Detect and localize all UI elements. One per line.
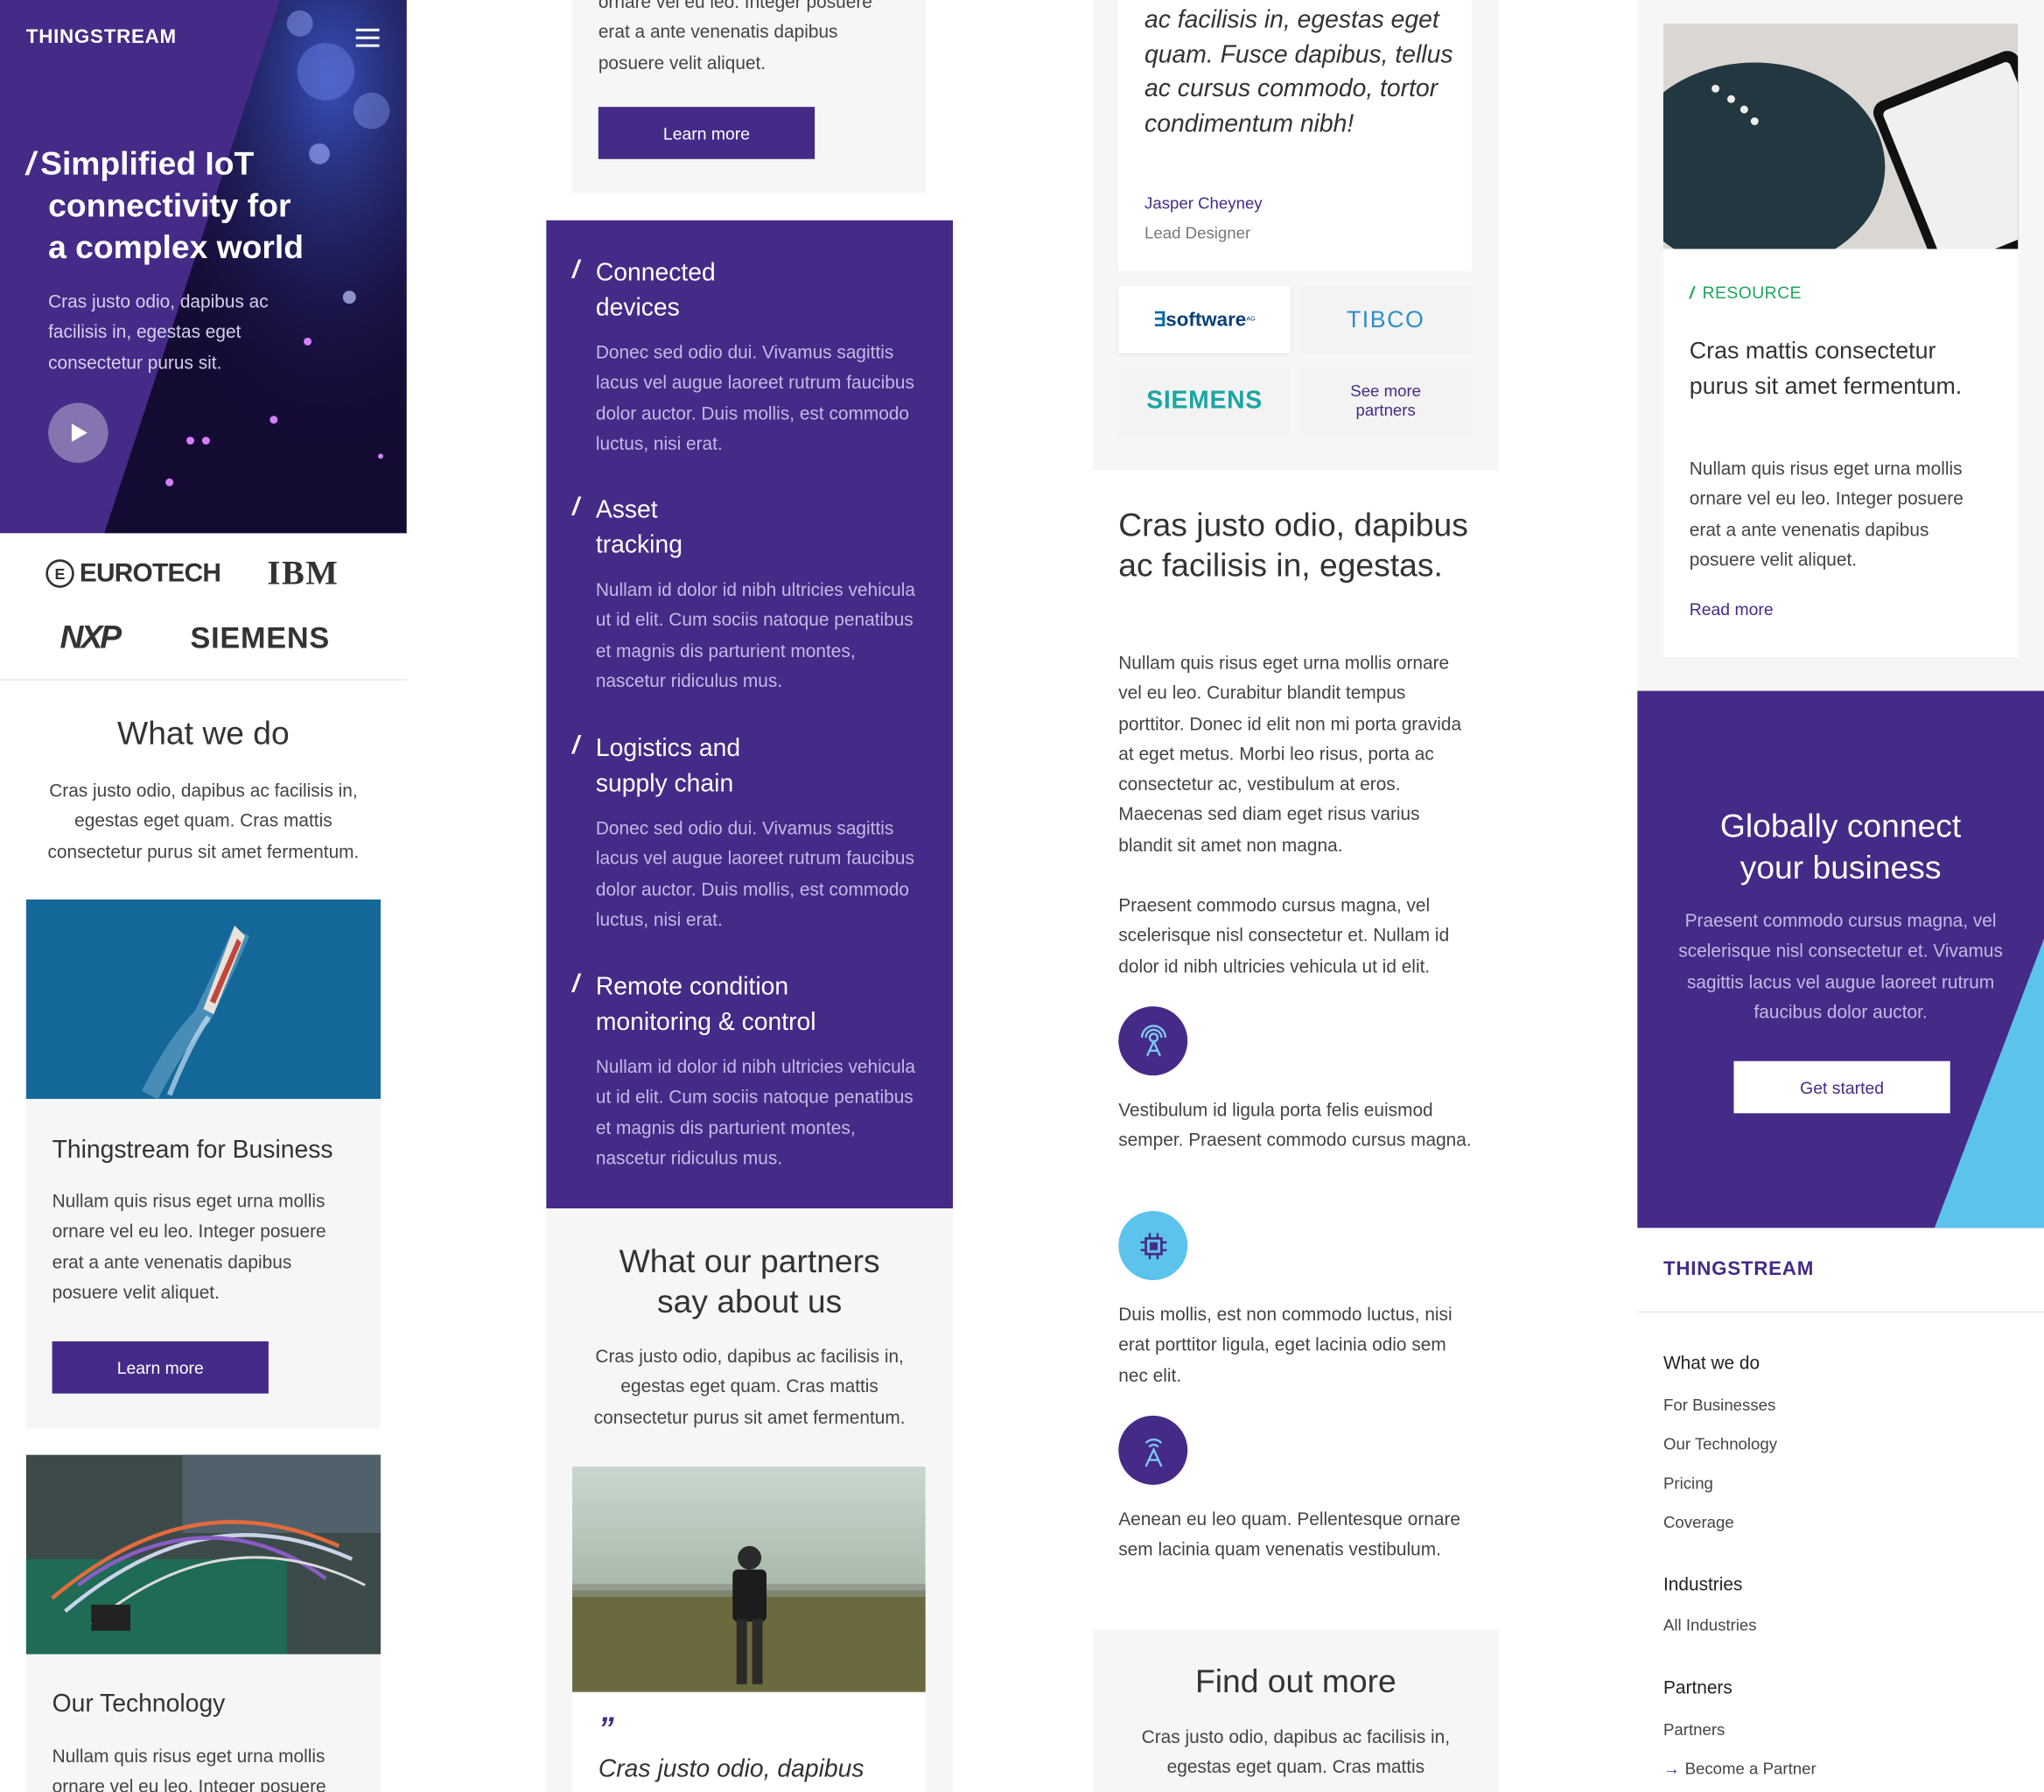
card-business-body: Nullam quis risus eget urna mollis ornar… — [52, 1190, 326, 1303]
resource-panel: / RESOURCE Cras mattis consectetur purus … — [1637, 0, 2044, 691]
info-paragraph-2: Praesent commodo cursus magna, vel scele… — [1118, 894, 1450, 976]
find-out-more-description: Cras justo odio, dapibus ac facilisis in… — [1141, 1726, 1451, 1778]
feature-title-remote: / Remote condition monitoring & control — [572, 970, 816, 1037]
testimonial-quote: ac facilisis in, egestas eget quam. Fusc… — [1144, 6, 1453, 138]
resource-title: Cras mattis consectetur purus sit amet f… — [1689, 337, 1963, 399]
signal-tower-icon — [1118, 1415, 1188, 1485]
footer-link-partners[interactable]: Partners — [1663, 1721, 1725, 1740]
card-technology-body: Nullam quis risus eget urna mollis ornar… — [52, 1745, 326, 1792]
feature-body-connected: Donec sed odio dui. Vivamus sagittis lac… — [595, 341, 914, 454]
footer-link-coverage[interactable]: Coverage — [1663, 1514, 1734, 1532]
learn-more-button[interactable]: Learn more — [52, 1341, 269, 1394]
site-logo[interactable]: THINGSTREAM — [26, 26, 177, 48]
feature-body-remote: Nullam id dolor id nibh ultricies vehicu… — [595, 1055, 916, 1168]
testimonial-partners-panel: ac facilisis in, egestas eget quam. Fusc… — [1092, 0, 1500, 471]
learn-more-button-2[interactable]: Learn more — [598, 107, 816, 159]
resource-tag: / RESOURCE — [1689, 283, 1802, 303]
partners-description: Cras justo odio, dapibus ac facilisis in… — [593, 1345, 906, 1427]
hero-description: Cras justo odio, dapibus ac facilisis in… — [48, 290, 269, 373]
cta-title: Globally connect your business — [1719, 808, 1962, 887]
card-top-body: ornare vel eu leo. Integer posuere erat … — [598, 0, 872, 73]
siemens-logo: SIEMENS — [190, 620, 330, 654]
partner-logo-siemens[interactable]: SIEMENS — [1118, 368, 1291, 436]
footer-link-pricing[interactable]: Pricing — [1663, 1474, 1713, 1493]
arrow-right-icon: → — [1662, 1760, 1680, 1779]
footer-link-become-partner[interactable]: → Become a Partner — [1663, 1760, 1816, 1778]
find-out-more-section: Find out more Cras justo odio, dapibus a… — [1092, 1629, 1500, 1792]
info-title: Cras justo odio, dapibus ac facilisis in… — [1118, 507, 1468, 584]
footer-heading-what-we-do: What we do — [1662, 1351, 1760, 1373]
footer-heading-industries: Industries — [1662, 1573, 1743, 1595]
quote-mark-icon: ” — [598, 1712, 614, 1747]
card-technology-title: Our Technology — [52, 1690, 226, 1718]
card-business: Thingstream for Business Nullam quis ris… — [25, 899, 382, 1429]
partner-logo-software[interactable]: ∃ software AG — [1118, 285, 1291, 354]
footer-link-our-technology[interactable]: Our Technology — [1663, 1435, 1777, 1453]
testimonial-quote-start: Cras justo odio, dapibus — [598, 1755, 864, 1784]
play-icon — [71, 424, 88, 443]
testimonial-name: Jasper Cheyney — [1144, 193, 1263, 213]
eurotech-icon: E — [46, 559, 74, 588]
footer-heading-partners: Partners — [1662, 1676, 1732, 1698]
hero-title: / Simplified IoT connectivity for a compl… — [25, 145, 304, 266]
footer-link-all-industries[interactable]: All Industries — [1663, 1616, 1757, 1634]
nxp-logo: NXP — [60, 619, 122, 656]
column-home: THINGSTREAM / Simplified IoT connectivity… — [0, 0, 407, 1792]
testimonial-card: ” Cras justo odio, dapibus — [572, 1466, 926, 1792]
cta-description: Praesent commodo cursus magna, vel scele… — [1678, 909, 2003, 1022]
eurotech-logo: E EUROTECH — [45, 558, 221, 590]
chip-icon — [1118, 1211, 1188, 1280]
feature-title-asset: / Asset tracking — [572, 494, 682, 560]
partners-title: What our partners say about us — [619, 1243, 880, 1321]
circuit-board-image — [25, 1454, 382, 1655]
card-technology: Our Technology Nullam quis risus eget ur… — [25, 1454, 382, 1792]
column-features: ornare vel eu leo. Integer posuere erat … — [546, 0, 954, 1792]
partner-logo-tibco[interactable]: TIBCO — [1299, 285, 1472, 354]
read-more-link[interactable]: Read more — [1690, 599, 1774, 619]
feature-body-logistics: Donec sed odio dui. Vivamus sagittis lac… — [595, 817, 914, 930]
footer: THINGSTREAM What we do For Businesses Ou… — [1637, 1228, 2044, 1792]
info-item-2-text: Duis mollis, est non commodo luctus, nis… — [1118, 1303, 1452, 1386]
info-paragraph-1: Nullam quis risus eget urna mollis ornar… — [1118, 651, 1462, 855]
find-out-more-title: Find out more — [1194, 1662, 1396, 1700]
features-panel: / Connected devices Donec sed odio dui. Vi… — [546, 220, 954, 1209]
partners-section: What our partners say about us Cras justo… — [546, 1208, 954, 1792]
what-we-do-description: Cras justo odio, dapibus ac facilisis in… — [47, 779, 360, 862]
cta-section: Globally connect your business Praesent c… — [1637, 690, 2044, 1228]
svg-text:E: E — [55, 565, 66, 583]
footer-link-for-businesses[interactable]: For Businesses — [1663, 1396, 1775, 1415]
person-landscape-image — [572, 1466, 926, 1692]
column-resource-footer: / RESOURCE Cras mattis consectetur purus … — [1637, 0, 2044, 1792]
footer-logo[interactable]: THINGSTREAM — [1663, 1258, 1814, 1280]
testimonial-role: Lead Designer — [1144, 224, 1251, 243]
hero-section: THINGSTREAM / Simplified IoT connectivity… — [0, 0, 407, 534]
what-we-do-title: What we do — [117, 715, 290, 752]
info-item-3-text: Aenean eu leo quam. Pellentesque ornare … — [1118, 1508, 1461, 1560]
ibm-logo: IBM — [267, 554, 340, 592]
resource-card[interactable]: / RESOURCE Cras mattis consectetur purus … — [1662, 23, 2019, 657]
feature-body-asset: Nullam id dolor id nibh ultricies vehicu… — [595, 578, 916, 691]
resource-body: Nullam quis risus eget urna mollis ornar… — [1689, 457, 1964, 570]
antenna-icon — [1118, 1006, 1188, 1076]
play-button[interactable] — [48, 402, 108, 463]
card-top-partial: ornare vel eu leo. Integer posuere erat … — [572, 0, 926, 193]
info-item-1-text: Vestibulum id ligula porta felis euismod… — [1118, 1098, 1472, 1151]
column-info: ac facilisis in, egestas eget quam. Fusc… — [1092, 0, 1500, 1792]
get-started-button[interactable]: Get started — [1733, 1060, 1950, 1114]
client-logos: E EUROTECH IBM NXP SIEMENS — [0, 533, 407, 681]
ship-image — [25, 899, 382, 1099]
feature-title-logistics: / Logistics and supply chain — [572, 732, 741, 798]
smart-speaker-image — [1662, 23, 2019, 249]
see-more-partners-link[interactable]: See more partners — [1299, 368, 1472, 436]
testimonial-quote-card: ac facilisis in, egestas eget quam. Fusc… — [1118, 0, 1472, 271]
card-business-title: Thingstream for Business — [52, 1137, 333, 1165]
hamburger-menu-icon[interactable] — [355, 28, 380, 47]
feature-title-connected: / Connected devices — [572, 256, 716, 322]
